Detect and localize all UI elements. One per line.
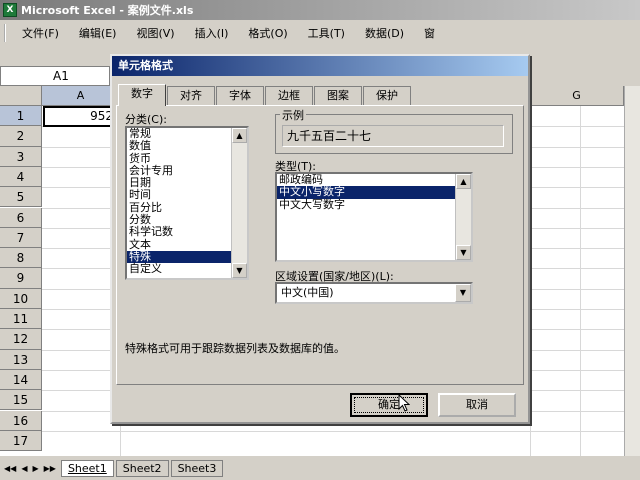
menu-view[interactable]: 视图(V) xyxy=(130,23,180,43)
dialog-tabs: 数字 对齐 字体 边框 图案 保护 xyxy=(118,84,412,106)
menu-edit[interactable]: 编辑(E) xyxy=(73,23,123,43)
window-title: Microsoft Excel - 案例文件.xls xyxy=(21,4,194,17)
menu-grip[interactable] xyxy=(4,24,10,42)
category-item[interactable]: 科学记数 xyxy=(127,226,247,239)
sample-label: 示例 xyxy=(280,107,306,123)
format-cells-dialog: 单元格格式 数字 对齐 字体 边框 图案 保护 分类(C): 常规 数值 货币 … xyxy=(110,54,530,424)
next-sheet-icon[interactable]: ▶ xyxy=(32,464,38,473)
sheet-tab-sheet2[interactable]: Sheet2 xyxy=(115,459,169,477)
category-description: 特殊格式可用于跟踪数据列表及数据库的值。 xyxy=(125,342,345,355)
scroll-up-icon[interactable]: ▲ xyxy=(456,174,471,189)
row-header-6[interactable]: 6 xyxy=(0,207,42,228)
column-header-g[interactable]: G xyxy=(530,86,624,106)
type-item-selected[interactable]: 中文小写数字 xyxy=(277,185,455,199)
sheet-tab-sheet1[interactable]: Sheet1 xyxy=(60,459,114,477)
sheet-tab-bar: ◀◀ ◀ ▶ ▶▶ Sheet1 Sheet2 Sheet3 xyxy=(0,456,640,480)
row-header-11[interactable]: 11 xyxy=(0,309,42,330)
row-header-7[interactable]: 7 xyxy=(0,227,42,249)
worksheet-vertical-scrollbar[interactable] xyxy=(624,86,640,456)
last-sheet-icon[interactable]: ▶▶ xyxy=(44,464,56,473)
dropdown-arrow-icon[interactable]: ▼ xyxy=(455,284,471,302)
row-header-1[interactable]: 1 xyxy=(0,106,42,127)
cancel-button[interactable]: 取消 xyxy=(438,393,516,417)
scroll-down-icon[interactable]: ▼ xyxy=(232,263,247,278)
gridline xyxy=(42,430,624,432)
sample-value: 九千五百二十七 xyxy=(282,125,504,147)
type-item[interactable]: 中文大写数字 xyxy=(277,198,471,211)
category-scrollbar[interactable]: ▲ ▼ xyxy=(231,128,247,278)
menu-window[interactable]: 窗 xyxy=(418,23,441,43)
type-scrollbar[interactable]: ▲ ▼ xyxy=(455,174,471,260)
scroll-down-icon[interactable]: ▼ xyxy=(456,245,471,260)
scroll-up-icon[interactable]: ▲ xyxy=(232,128,247,143)
category-item[interactable]: 时间 xyxy=(127,189,247,202)
excel-title-bar: X Microsoft Excel - 案例文件.xls xyxy=(0,0,640,20)
cell-a1[interactable]: 952 xyxy=(43,106,119,127)
ok-button[interactable]: 确定 xyxy=(350,393,428,417)
select-all-corner[interactable] xyxy=(0,86,42,106)
menu-tools[interactable]: 工具(T) xyxy=(302,23,351,43)
category-item[interactable]: 自定义 xyxy=(127,262,247,275)
category-label: 分类(C): xyxy=(125,113,167,126)
row-header-12[interactable]: 12 xyxy=(0,329,42,350)
menu-bar: 文件(F) 编辑(E) 视图(V) 插入(I) 格式(O) 工具(T) 数据(D… xyxy=(0,20,640,46)
row-header-10[interactable]: 10 xyxy=(0,288,42,309)
menu-data[interactable]: 数据(D) xyxy=(359,23,410,43)
tab-pattern[interactable]: 图案 xyxy=(314,86,362,106)
gridline xyxy=(580,106,581,456)
name-box[interactable]: A1 xyxy=(0,66,110,86)
type-list[interactable]: 邮政编码 中文小写数字 中文大写数字 ▲ ▼ xyxy=(275,172,473,262)
first-sheet-icon[interactable]: ◀◀ xyxy=(4,464,16,473)
category-item[interactable]: 数值 xyxy=(127,139,247,152)
menu-format[interactable]: 格式(O) xyxy=(242,23,293,43)
mouse-cursor-icon xyxy=(398,394,410,412)
locale-value: 中文(中国) xyxy=(281,286,334,299)
row-header-16[interactable]: 16 xyxy=(0,410,42,431)
column-header-a[interactable]: A xyxy=(42,86,120,106)
tab-alignment[interactable]: 对齐 xyxy=(167,86,215,106)
tab-protection[interactable]: 保护 xyxy=(363,86,411,106)
row-header-2[interactable]: 2 xyxy=(0,126,42,147)
row-header-13[interactable]: 13 xyxy=(0,349,42,370)
tab-font[interactable]: 字体 xyxy=(216,86,264,106)
gridline xyxy=(530,106,531,456)
row-header-14[interactable]: 14 xyxy=(0,369,42,391)
excel-app-icon[interactable]: X xyxy=(3,3,17,17)
row-header-8[interactable]: 8 xyxy=(0,248,42,269)
prev-sheet-icon[interactable]: ◀ xyxy=(21,464,27,473)
number-tab-panel: 分类(C): 常规 数值 货币 会计专用 日期 时间 百分比 分数 科学记数 文… xyxy=(116,105,524,385)
row-header-3[interactable]: 3 xyxy=(0,146,42,167)
locale-select[interactable]: 中文(中国) ▼ xyxy=(275,282,473,304)
sheet-tab-sheet3[interactable]: Sheet3 xyxy=(170,459,224,477)
row-header-4[interactable]: 4 xyxy=(0,166,42,188)
dialog-title: 单元格格式 xyxy=(112,56,528,76)
tab-number[interactable]: 数字 xyxy=(118,84,166,106)
row-header-15[interactable]: 15 xyxy=(0,390,42,411)
sample-group: 示例 九千五百二十七 xyxy=(275,107,513,154)
category-list[interactable]: 常规 数值 货币 会计专用 日期 时间 百分比 分数 科学记数 文本 特殊 自定… xyxy=(125,126,249,280)
tab-border[interactable]: 边框 xyxy=(265,86,313,106)
row-header-5[interactable]: 5 xyxy=(0,187,42,208)
menu-insert[interactable]: 插入(I) xyxy=(189,23,235,43)
row-header-17[interactable]: 17 xyxy=(0,430,42,452)
row-header-9[interactable]: 9 xyxy=(0,268,42,289)
menu-file[interactable]: 文件(F) xyxy=(16,23,65,43)
